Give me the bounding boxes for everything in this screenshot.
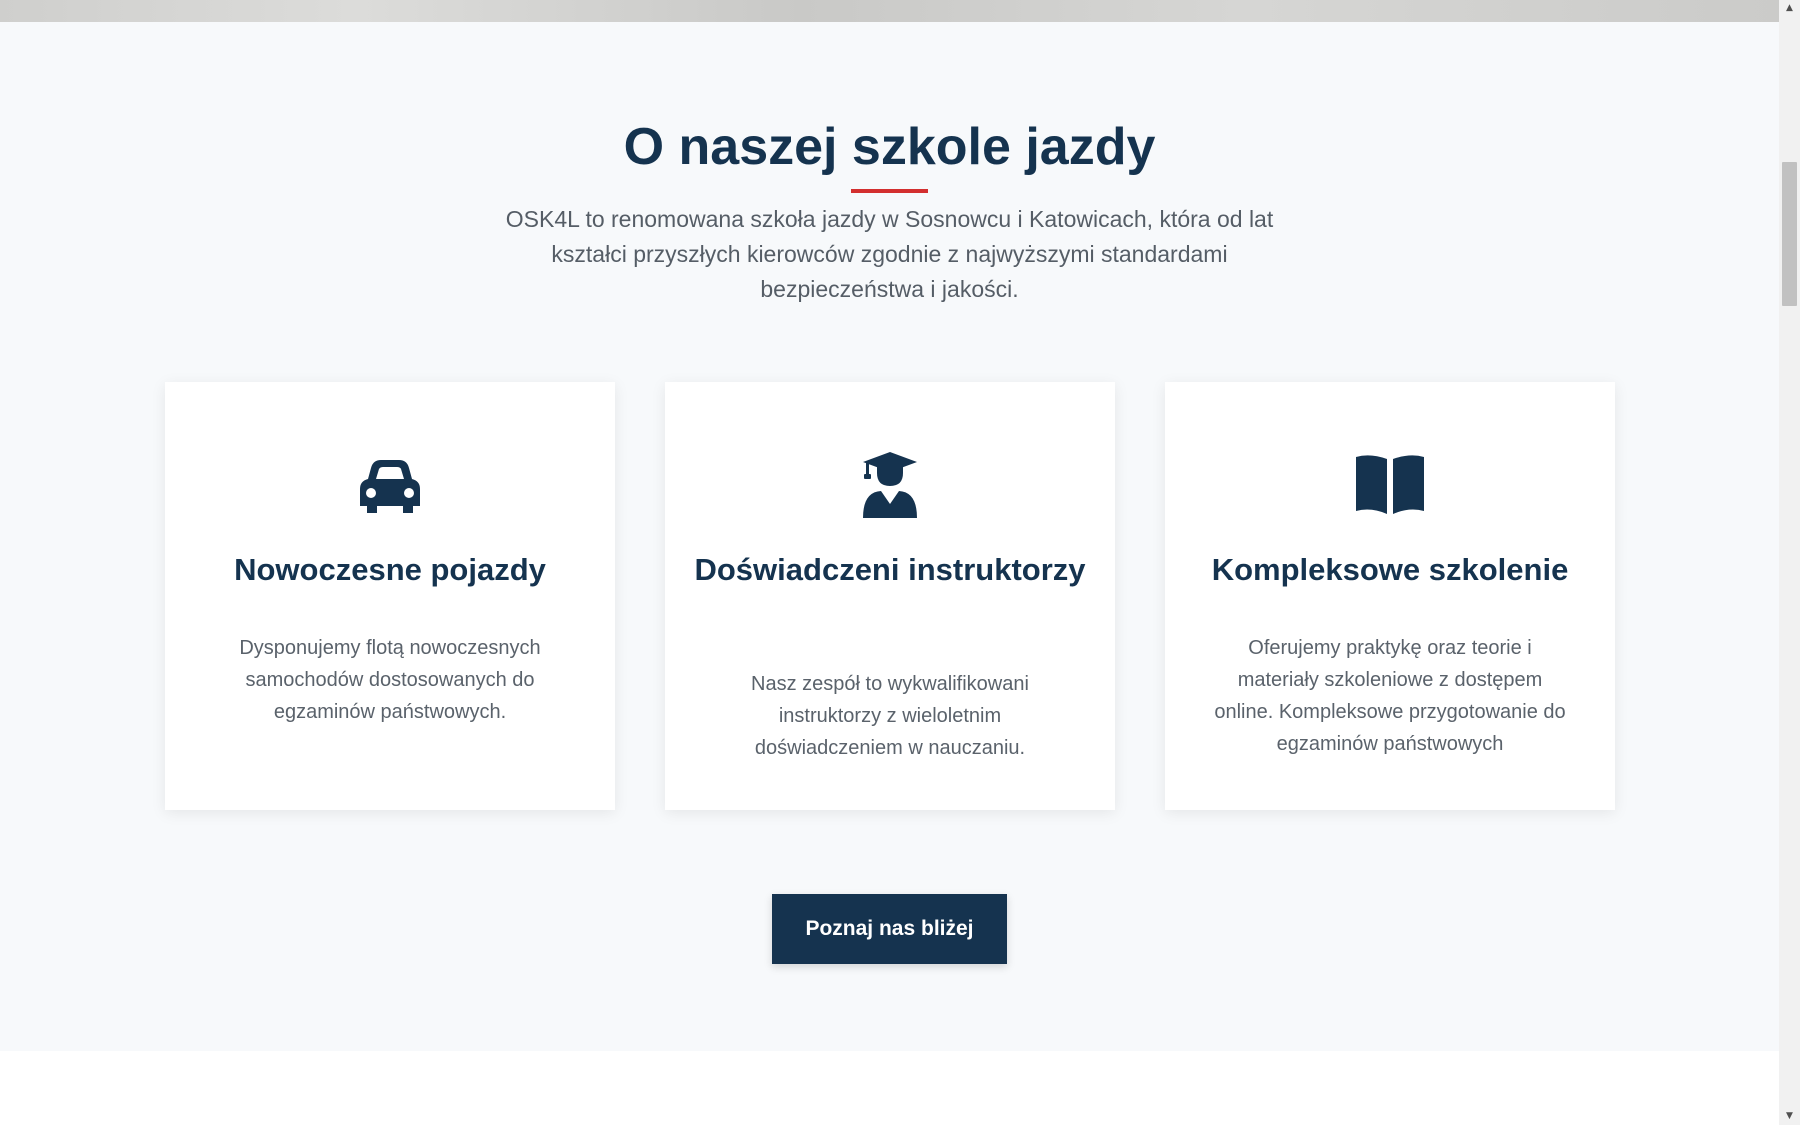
book-icon — [1350, 450, 1430, 520]
vertical-scrollbar[interactable]: ▲ ▼ — [1779, 0, 1800, 1125]
about-section: O naszej szkole jazdy OSK4L to renomowan… — [0, 22, 1779, 1051]
hero-image-bottom-edge — [0, 0, 1779, 22]
card-description: Dysponujemy flotą nowoczesnych samochodó… — [239, 637, 541, 723]
card-description: Oferujemy praktykę oraz teorie i materia… — [1214, 637, 1566, 755]
card-title: Doświadczeni instruktorzy — [694, 552, 1086, 587]
car-icon — [350, 450, 430, 520]
card-description: Nasz zespół to wykwalifikowani instrukto… — [751, 673, 1029, 759]
feature-card-instructors: Doświadczeni instruktorzy Nasz zespół to… — [665, 382, 1115, 810]
feature-card-training: Kompleksowe szkolenie Oferujemy praktykę… — [1165, 382, 1615, 810]
feature-card-vehicles: Nowoczesne pojazdy Dysponujemy flotą now… — [165, 382, 615, 810]
title-underline — [851, 189, 928, 193]
graduate-icon — [850, 450, 930, 520]
scroll-up-arrow-icon[interactable]: ▲ — [1779, 0, 1800, 17]
card-title: Kompleksowe szkolenie — [1211, 552, 1569, 587]
scroll-down-arrow-icon[interactable]: ▼ — [1779, 1108, 1800, 1125]
card-title: Nowoczesne pojazdy — [234, 552, 546, 587]
page: O naszej szkole jazdy OSK4L to renomowan… — [0, 0, 1779, 1125]
scrollbar-thumb[interactable] — [1782, 162, 1797, 306]
section-intro: OSK4L to renomowana szkoła jazdy w Sosno… — [505, 206, 1274, 302]
section-title: O naszej szkole jazdy — [623, 118, 1156, 176]
learn-more-button[interactable]: Poznaj nas bliżej — [772, 894, 1007, 964]
